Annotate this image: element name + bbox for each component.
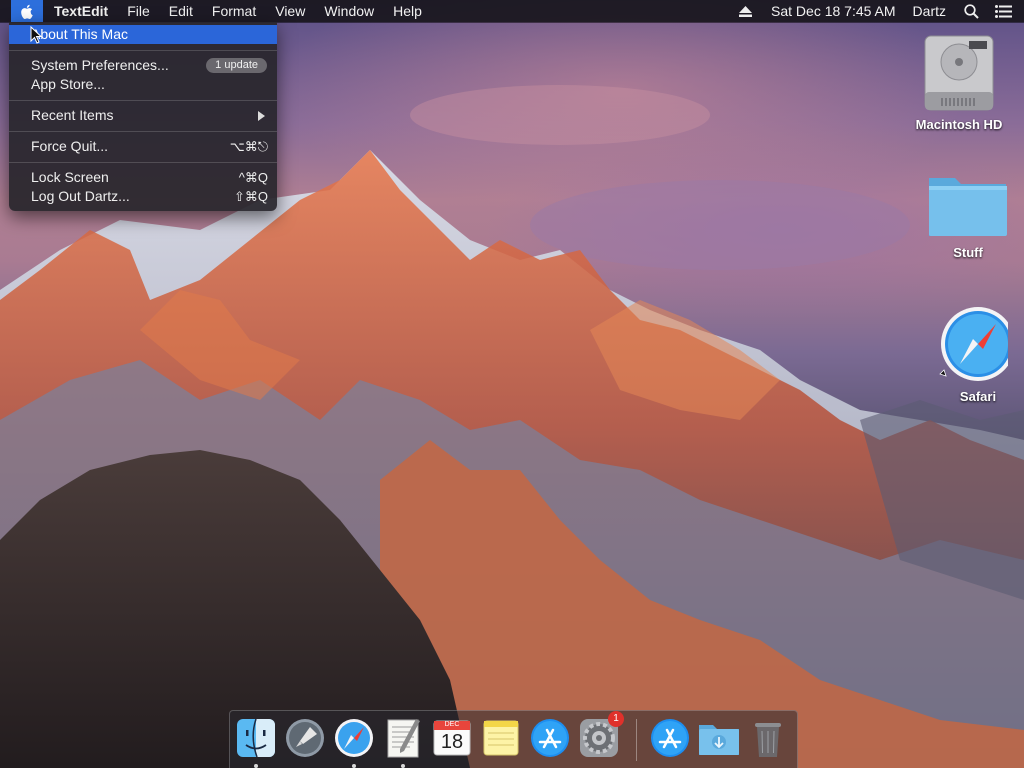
safari-icon	[335, 719, 373, 757]
menu-item-app-store[interactable]: App Store...	[9, 75, 277, 94]
desktop-icon-macintosh-hd[interactable]: Macintosh HD	[906, 32, 1012, 132]
menu-separator	[9, 131, 277, 132]
menu-file[interactable]: File	[127, 0, 150, 22]
menu-app-name[interactable]: TextEdit	[54, 0, 108, 22]
running-indicator	[254, 764, 258, 768]
menu-bar: TextEdit File Edit Format View Window He…	[0, 0, 1024, 22]
lock-screen-shortcut: ^⌘Q	[238, 170, 268, 185]
menu-help[interactable]: Help	[393, 0, 422, 22]
app-store-icon	[651, 719, 689, 757]
menu-format[interactable]: Format	[212, 0, 256, 22]
menu-item-lock-screen[interactable]: Lock Screen ^⌘Q	[9, 168, 277, 187]
spotlight-search-icon[interactable]	[960, 0, 982, 22]
downloads-folder-icon	[699, 725, 739, 755]
log-out-shortcut: ⇧⌘Q	[233, 189, 268, 204]
textedit-icon	[387, 719, 420, 758]
finder-icon	[237, 718, 275, 758]
menu-item-log-out[interactable]: Log Out Dartz... ⇧⌘Q	[9, 187, 277, 206]
apple-logo-icon	[20, 4, 33, 19]
folder-icon	[929, 178, 1007, 236]
calendar-day: 18	[440, 731, 464, 753]
force-quit-shortcut: ⌥⌘⎋	[229, 139, 268, 154]
submenu-arrow-icon	[258, 111, 265, 121]
menu-user[interactable]: Dartz	[913, 0, 946, 22]
menu-item-about-this-mac[interactable]: About This Mac	[9, 25, 277, 44]
desktop-icon-label: Safari	[959, 389, 997, 404]
dock-applications-stack[interactable]	[647, 715, 693, 761]
dock-launchpad[interactable]	[282, 715, 328, 761]
menu-separator	[9, 100, 277, 101]
menu-view[interactable]: View	[275, 0, 305, 22]
eject-icon[interactable]	[737, 0, 753, 22]
dock-notes[interactable]	[478, 715, 524, 761]
menu-separator	[9, 162, 277, 163]
dock-system-preferences[interactable]: 1	[576, 711, 624, 761]
dock-downloads-stack[interactable]	[696, 715, 742, 761]
notification-center-icon[interactable]	[992, 0, 1014, 22]
apple-menu-dropdown: About This Mac System Preferences... 1 u…	[9, 22, 277, 211]
notes-icon	[483, 720, 519, 756]
dock: DEC 18 1	[229, 710, 798, 768]
launchpad-icon	[286, 719, 324, 757]
running-indicator	[352, 764, 356, 768]
menu-item-force-quit[interactable]: Force Quit... ⌥⌘⎋	[9, 137, 277, 156]
dock-app-store[interactable]	[527, 715, 573, 761]
menu-item-system-preferences[interactable]: System Preferences... 1 update	[9, 56, 277, 75]
dock-finder[interactable]	[233, 715, 279, 768]
menu-clock[interactable]: Sat Dec 18 7:45 AM	[771, 0, 896, 22]
desktop-icon-label: Stuff	[953, 245, 983, 260]
menu-window[interactable]: Window	[324, 0, 374, 22]
menu-edit[interactable]: Edit	[169, 0, 193, 22]
notification-badge: 1	[608, 711, 624, 727]
dock-textedit[interactable]	[380, 715, 426, 768]
dock-calendar[interactable]: DEC 18	[429, 715, 475, 761]
update-badge: 1 update	[206, 58, 267, 73]
hard-drive-icon	[924, 35, 994, 111]
apple-menu-button[interactable]	[11, 0, 43, 22]
menu-separator	[9, 50, 277, 51]
running-indicator	[401, 764, 405, 768]
desktop: TextEdit File Edit Format View Window He…	[0, 0, 1024, 768]
trash-icon	[755, 723, 781, 757]
desktop-icon-stuff[interactable]: Stuff	[918, 170, 1018, 260]
desktop-icon-label: Macintosh HD	[915, 117, 1003, 132]
calendar-month: DEC	[444, 721, 460, 728]
dock-trash[interactable]	[745, 715, 791, 761]
menu-item-recent-items[interactable]: Recent Items	[9, 106, 277, 125]
dock-safari[interactable]	[331, 715, 377, 768]
mouse-cursor-icon	[30, 26, 42, 44]
safari-icon	[939, 307, 1015, 381]
app-store-icon	[531, 719, 569, 757]
desktop-icon-safari[interactable]: Safari	[918, 304, 1018, 404]
dock-divider	[636, 719, 637, 761]
